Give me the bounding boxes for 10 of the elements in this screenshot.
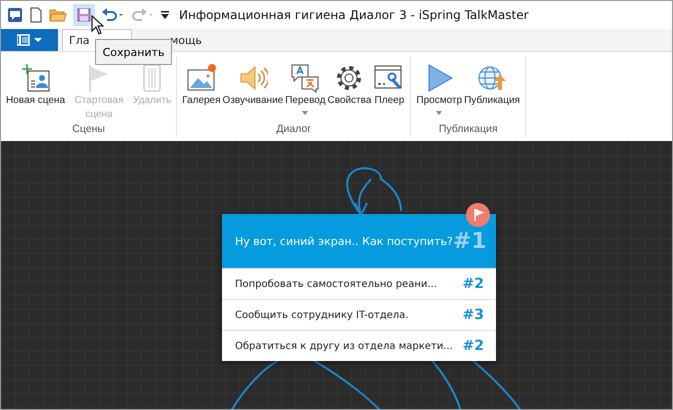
window-title: Информационная гигиена Диалог 3 - iSpring TalkMaster bbox=[179, 8, 529, 22]
group-label: Диалог bbox=[275, 123, 312, 137]
answer-text: Обратиться к другу из отдела маркети... bbox=[235, 340, 454, 352]
question-text: Ну вот, синий экран.. Как поступить? bbox=[235, 234, 453, 248]
scene-number: #1 bbox=[452, 228, 487, 254]
answer-text: Сообщить сотруднику IT-отдела. bbox=[235, 310, 410, 320]
tooltip: Сохранить bbox=[95, 39, 172, 65]
group-label: Сцены bbox=[71, 123, 106, 137]
group-label: Публикация bbox=[438, 123, 499, 137]
answer-text: Попробовать самостоятельно реани... bbox=[235, 278, 438, 290]
